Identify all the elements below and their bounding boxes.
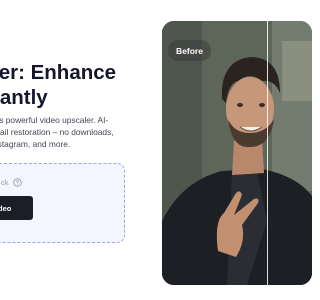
before-label: Before — [168, 40, 211, 61]
description-line-2: etail restoration – no downloads, — [0, 127, 114, 138]
description-line-1: e's powerful video upscaler. AI- — [0, 115, 109, 125]
page-heading: ler: Enhance tantly — [0, 60, 163, 110]
upload-hint: ck — [1, 178, 22, 187]
upload-dropzone[interactable]: ck deo — [0, 163, 125, 243]
description-line-3: nstagram, and more. — [0, 139, 71, 150]
hero-section: ler: Enhance tantly e's powerful video u… — [0, 0, 160, 300]
before-after-compare[interactable]: Before — [162, 21, 312, 285]
question-circle-icon[interactable] — [12, 178, 22, 187]
heading-line-1: ler: Enhance — [0, 61, 117, 84]
upload-video-button[interactable]: deo — [0, 196, 33, 220]
compare-slider-handle[interactable] — [267, 21, 268, 285]
heading-line-2: tantly — [0, 86, 48, 109]
upload-hint-text: ck — [1, 178, 9, 187]
hero-description: e's powerful video upscaler. AI- etail r… — [0, 114, 168, 151]
